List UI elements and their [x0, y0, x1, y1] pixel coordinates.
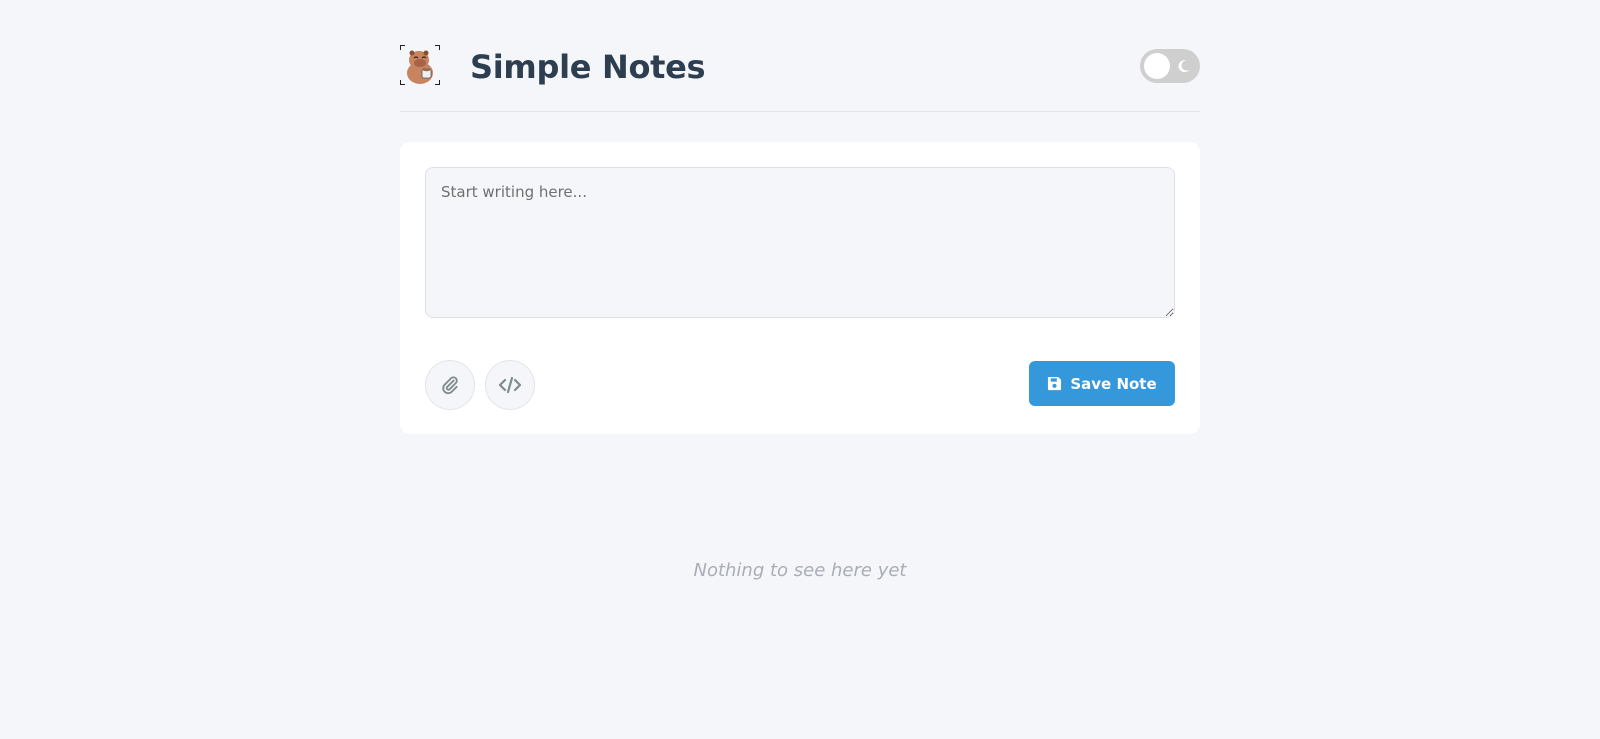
capybara-logo-icon	[400, 45, 440, 85]
paperclip-icon	[442, 376, 458, 395]
attach-file-button[interactable]	[425, 360, 475, 410]
note-editor-card: Save Note	[400, 142, 1200, 434]
theme-toggle[interactable]	[1140, 49, 1200, 83]
save-button-label: Save Note	[1070, 374, 1157, 393]
app-title: Simple Notes	[470, 48, 706, 86]
save-note-button[interactable]: Save Note	[1029, 361, 1175, 406]
app-container: Simple Notes Save Note	[400, 0, 1200, 581]
moon-icon	[1178, 60, 1190, 73]
toggle-knob	[1144, 53, 1170, 79]
code-icon	[498, 376, 522, 394]
floppy-disk-icon	[1048, 376, 1062, 391]
empty-notes-message: Nothing to see here yet	[693, 560, 907, 581]
insert-code-button[interactable]	[485, 360, 535, 410]
note-textarea[interactable]	[425, 167, 1175, 318]
app-header: Simple Notes	[400, 0, 1200, 112]
